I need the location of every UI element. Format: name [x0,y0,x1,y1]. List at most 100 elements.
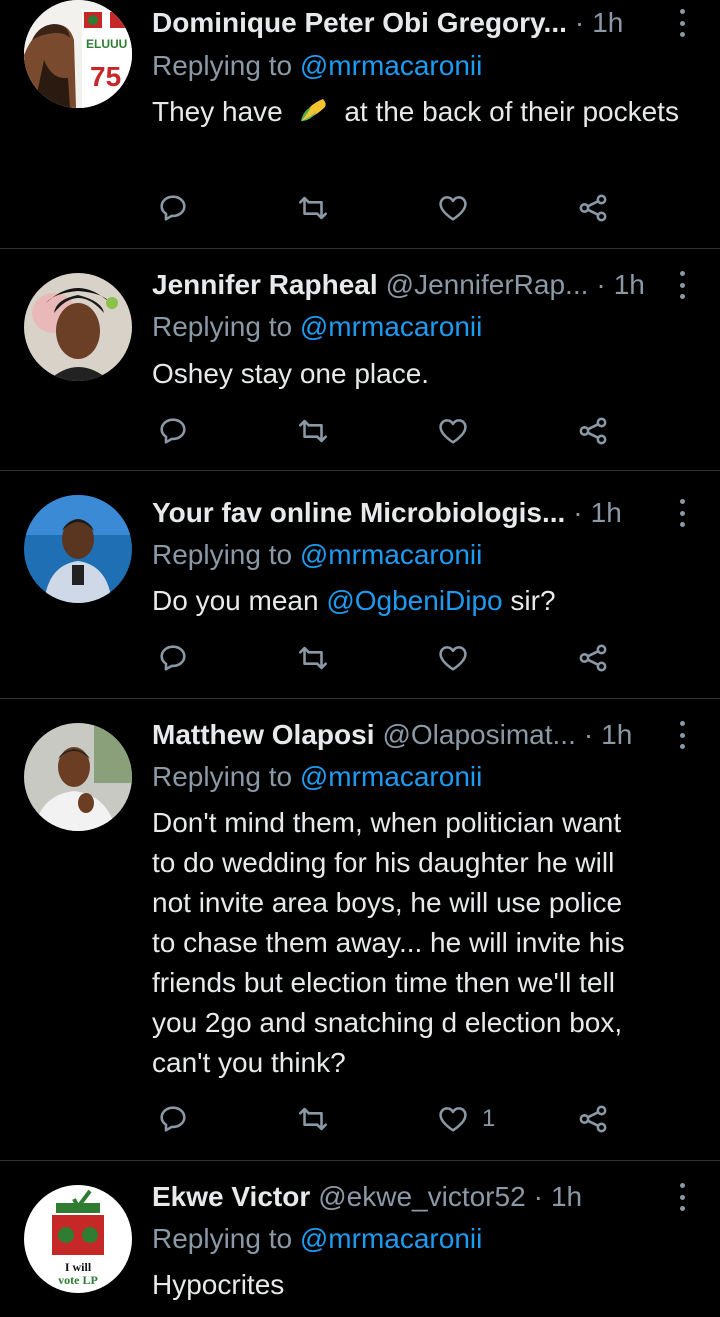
author-name[interactable]: Matthew Olaposi [152,719,374,751]
heart-icon [439,646,467,671]
tweet-actions: 1 [152,1099,622,1139]
replying-to: Replying to @mrmacaronii [152,759,482,795]
author-handle[interactable]: @JenniferRap... [386,269,589,301]
more-options-icon[interactable] [676,9,688,37]
share-icon [579,417,607,445]
retweet-button[interactable] [296,188,330,228]
mention-link[interactable]: @mrmacaronii [300,539,482,570]
tweet-text-part: Do you mean [152,585,319,616]
mention-link[interactable]: @mrmacaronii [300,50,482,81]
tweet-actions [152,638,622,678]
like-button[interactable] [436,638,470,678]
tweet-text-part: They have [152,96,283,127]
author-name[interactable]: Your fav online Microbiologis... [152,497,565,529]
retweet-button[interactable] [296,638,330,678]
tweet-text-line: you 2go and snatching d election box, [152,1007,623,1038]
replying-to: Replying to @mrmacaronii [152,309,482,345]
more-options-icon[interactable] [676,1183,688,1211]
replying-label: Replying to [152,1223,293,1254]
tweet-text-line: Don't mind them, when politician want [152,807,622,838]
avatar[interactable] [24,723,132,831]
replying-label: Replying to [152,311,293,342]
tweet-header: Jennifer Rapheal @JenniferRap... · 1h [152,267,680,303]
tweet-text: Oshey stay one place. [152,358,430,389]
retweet-icon [298,419,328,443]
share-button[interactable] [576,188,610,228]
retweet-icon [298,196,328,220]
heart-icon [439,196,467,221]
tweet-text-line: to do wedding for his daughter he will [152,847,615,878]
like-button[interactable] [436,411,470,451]
author-name[interactable]: Jennifer Rapheal [152,269,378,301]
tweet-header: Matthew Olaposi @Olaposimat... · 1h [152,717,680,753]
tweet-actions [152,411,622,451]
like-count: 1 [482,1105,496,1132]
timestamp[interactable]: 1h [591,497,622,529]
retweet-button[interactable] [296,411,330,451]
replying-label: Replying to [152,539,293,570]
tweet-text-line: not invite area boys, he will use police [152,887,623,918]
reply-button[interactable] [156,188,190,228]
share-icon [579,1105,607,1133]
replying-to: Replying to @mrmacaronii [152,1221,482,1257]
tweet-actions [152,188,622,228]
tweet-3[interactable]: Your fav online Microbiologis... · 1h Re… [0,471,720,699]
timestamp[interactable]: 1h [592,7,623,39]
share-button[interactable] [576,1099,610,1139]
retweet-icon [298,646,328,670]
avatar-photo [24,273,132,381]
reply-button[interactable] [156,1099,190,1139]
retweet-button[interactable] [296,1099,330,1139]
tweet-1[interactable]: ELUUU P! 75 Dominique Peter Obi Gregory.… [0,0,720,249]
author-handle[interactable]: @ekwe_victor52 [318,1181,525,1213]
avatar-number: 75 [90,61,121,92]
separator-dot: · [583,719,594,750]
share-button[interactable] [576,411,610,451]
more-options-icon[interactable] [676,499,688,527]
mention-link[interactable]: @OgbeniDipo [326,585,502,616]
reply-icon [160,418,186,444]
separator-dot: · [596,269,606,300]
replying-to: Replying to @mrmacaronii [152,48,482,84]
avatar-photo [24,723,132,831]
tweet-text-line: can't you think? [152,1047,346,1078]
tweet-text-line: to chase them away... he will invite his [152,927,625,958]
avatar-slogan: vote LP [58,1273,98,1287]
avatar-logo: I will vote LP [24,1185,132,1293]
reply-icon [160,195,186,221]
replying-label: Replying to [152,761,293,792]
tweet-header: Dominique Peter Obi Gregory... · 1h [152,5,680,41]
timestamp[interactable]: 1h [614,269,645,301]
tweet-2[interactable]: Jennifer Rapheal @JenniferRap... · 1h Re… [0,249,720,471]
mention-link[interactable]: @mrmacaronii [300,1223,482,1254]
share-icon [579,644,607,672]
replying-to: Replying to @mrmacaronii [152,537,482,573]
avatar[interactable] [24,273,132,381]
timestamp[interactable]: 1h [601,719,632,751]
mention-link[interactable]: @mrmacaronii [300,311,482,342]
avatar[interactable]: ELUUU P! 75 [24,0,132,108]
share-button[interactable] [576,638,610,678]
share-icon [579,194,607,222]
separator-dot: · [573,497,583,528]
timestamp[interactable]: 1h [551,1181,582,1213]
tweet-text: Don't mind them, when politician want to… [152,803,680,1083]
tweet-text-part: sir? [510,585,556,616]
like-button[interactable]: 1 [436,1099,495,1139]
mention-link[interactable]: @mrmacaronii [300,761,482,792]
author-handle[interactable]: @Olaposimat... [382,719,575,751]
reply-button[interactable] [156,411,190,451]
more-options-icon[interactable] [676,721,688,749]
like-button[interactable] [436,188,470,228]
author-name[interactable]: Dominique Peter Obi Gregory... [152,7,567,39]
tweet-4[interactable]: Matthew Olaposi @Olaposimat... · 1h Repl… [0,699,720,1161]
more-options-icon[interactable] [676,271,688,299]
tweet-5[interactable]: I will vote LP Ekwe Victor @ekwe_victor5… [0,1161,720,1317]
corn-emoji-icon [297,95,331,125]
avatar[interactable]: I will vote LP [24,1185,132,1293]
replying-label: Replying to [152,50,293,81]
author-name[interactable]: Ekwe Victor [152,1181,310,1213]
avatar[interactable] [24,495,132,603]
heart-icon [439,419,467,444]
reply-button[interactable] [156,638,190,678]
